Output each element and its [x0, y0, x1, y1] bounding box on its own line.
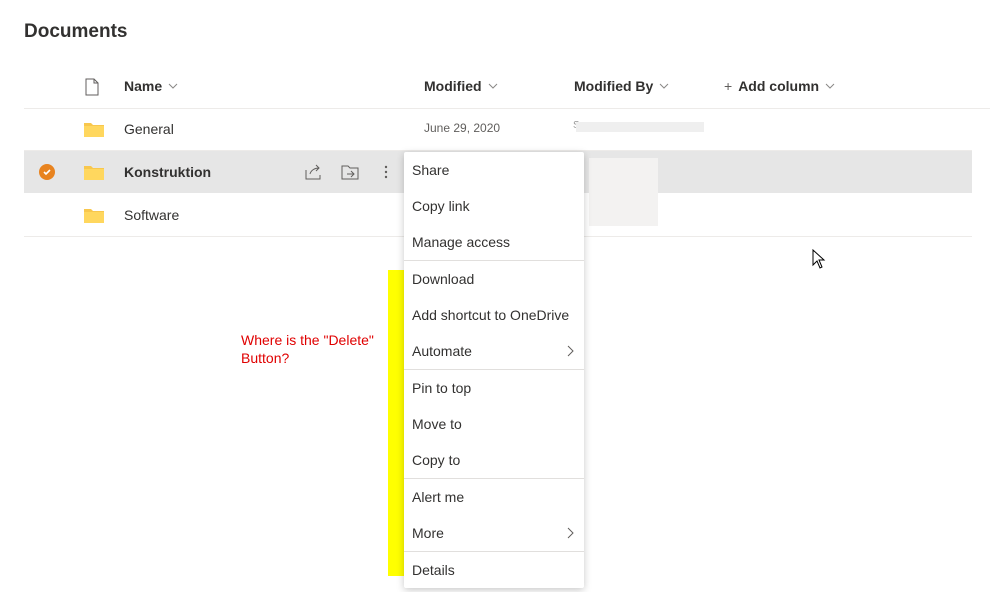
redacted-block — [589, 158, 658, 226]
menu-group: Pin to top Move to Copy to — [404, 370, 584, 479]
folder-name[interactable]: Software — [124, 207, 179, 223]
chevron-down-icon — [659, 83, 669, 89]
chevron-down-icon — [825, 83, 835, 89]
chevron-right-icon — [567, 345, 574, 357]
move-folder-icon[interactable] — [340, 162, 360, 182]
more-vertical-icon[interactable] — [376, 162, 396, 182]
menu-item-copy-link[interactable]: Copy link — [404, 188, 584, 224]
annotation-note: Where is the "Delete" Button? — [241, 331, 391, 367]
menu-item-alert-me[interactable]: Alert me — [404, 479, 584, 515]
menu-item-more-label: More — [412, 525, 444, 541]
menu-item-share[interactable]: Share — [404, 152, 584, 188]
column-header-name[interactable]: Name — [124, 78, 178, 94]
folder-icon — [84, 121, 104, 142]
menu-group: Alert me More — [404, 479, 584, 552]
folder-name[interactable]: Konstruktion — [124, 164, 211, 180]
folder-icon — [84, 164, 104, 185]
column-header-modified-by[interactable]: Modified By — [574, 78, 669, 94]
table-row[interactable]: General June 29, 2020 S — [24, 108, 972, 151]
column-header-name-label: Name — [124, 78, 163, 94]
column-header-row: Name Modified Modified By + Add column — [24, 70, 990, 109]
annotation-line-1: Where is the "Delete" — [241, 332, 374, 348]
column-header-modified[interactable]: Modified — [424, 78, 498, 94]
mouse-pointer-icon — [812, 249, 826, 269]
menu-item-move-to[interactable]: Move to — [404, 406, 584, 442]
menu-item-pin-to-top[interactable]: Pin to top — [404, 370, 584, 406]
chevron-right-icon — [567, 527, 574, 539]
page-title: Documents — [24, 21, 128, 42]
context-menu: Share Copy link Manage access Download A… — [404, 152, 584, 588]
menu-item-download[interactable]: Download — [404, 261, 584, 297]
add-column-button[interactable]: + Add column — [724, 78, 835, 94]
menu-item-automate-label: Automate — [412, 343, 472, 359]
menu-item-more[interactable]: More — [404, 515, 584, 551]
column-header-modified-by-label: Modified By — [574, 78, 654, 94]
menu-item-manage-access[interactable]: Manage access — [404, 224, 584, 260]
redacted-block — [576, 122, 704, 132]
column-header-modified-label: Modified — [424, 78, 482, 94]
menu-group: Share Copy link Manage access — [404, 152, 584, 261]
chevron-down-icon — [168, 83, 178, 89]
plus-icon: + — [724, 78, 733, 94]
menu-item-copy-to[interactable]: Copy to — [404, 442, 584, 478]
menu-item-details[interactable]: Details — [404, 552, 584, 588]
folder-icon — [84, 207, 104, 228]
menu-group: Details — [404, 552, 584, 588]
file-icon — [84, 78, 100, 101]
annotation-line-2: Button? — [241, 350, 290, 366]
chevron-down-icon — [488, 83, 497, 89]
menu-item-automate[interactable]: Automate — [404, 333, 584, 369]
folder-name[interactable]: General — [124, 121, 174, 137]
menu-group: Download Add shortcut to OneDrive Automa… — [404, 261, 584, 370]
checkmark-icon[interactable] — [39, 164, 55, 180]
add-column-label: Add column — [738, 78, 820, 94]
row-actions — [304, 162, 396, 182]
modified-date: June 29, 2020 — [424, 121, 501, 135]
menu-item-add-shortcut[interactable]: Add shortcut to OneDrive — [404, 297, 584, 333]
share-icon[interactable] — [304, 162, 324, 182]
